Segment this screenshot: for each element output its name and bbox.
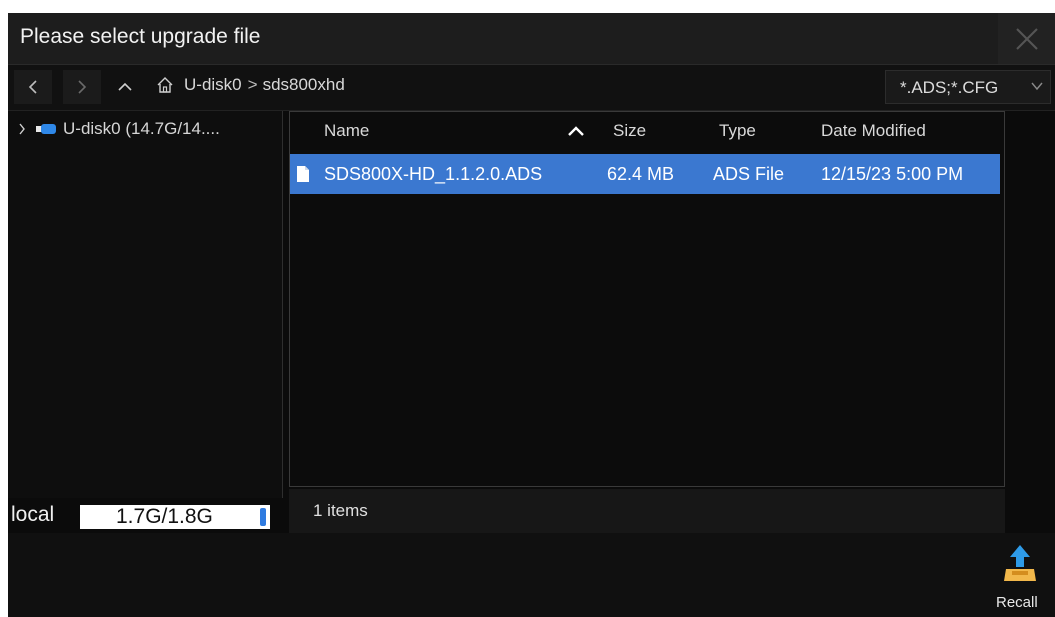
folder-tree: U-disk0 (14.7G/14.... bbox=[8, 111, 283, 498]
tree-item-label: U-disk0 (14.7G/14.... bbox=[63, 119, 220, 138]
right-gutter bbox=[1005, 111, 1055, 498]
storage-value: 1.7G/1.8G bbox=[116, 505, 213, 528]
home-icon[interactable] bbox=[156, 76, 174, 94]
forward-button[interactable] bbox=[63, 70, 101, 104]
back-button[interactable] bbox=[14, 70, 52, 104]
recall-label: Recall bbox=[996, 594, 1038, 611]
navigation-bar: U-disk0 > sds800xhd *.ADS;*.CFG bbox=[8, 65, 1055, 111]
title-bar: Please select upgrade file bbox=[8, 13, 1055, 65]
close-icon bbox=[1015, 27, 1038, 50]
usb-drive-icon bbox=[36, 124, 56, 134]
storage-bar bbox=[260, 508, 266, 526]
chevron-down-icon bbox=[1031, 82, 1043, 91]
recall-button[interactable]: Recall bbox=[990, 543, 1050, 613]
breadcrumb-folder[interactable]: sds800xhd bbox=[263, 75, 345, 95]
recall-icon bbox=[1004, 545, 1036, 581]
local-storage-label: local bbox=[11, 503, 55, 526]
chevron-up-icon bbox=[118, 82, 132, 91]
filter-value: *.ADS;*.CFG bbox=[900, 78, 999, 97]
status-bar: 1 items bbox=[289, 489, 1005, 533]
chevron-left-icon bbox=[28, 80, 37, 94]
file-name: SDS800X-HD_1.1.2.0.ADS bbox=[324, 164, 543, 184]
item-count: 1 items bbox=[313, 501, 368, 520]
file-type: ADS File bbox=[713, 164, 785, 184]
breadcrumb-separator: > bbox=[247, 75, 258, 94]
table-row[interactable]: SDS800X-HD_1.1.2.0.ADS 62.4 MB ADS File … bbox=[290, 154, 1000, 194]
breadcrumb: U-disk0 > sds800xhd bbox=[156, 75, 345, 95]
upgrade-file-dialog: супе супе Please select upgrade file U bbox=[8, 13, 1055, 617]
sort-ascending-icon[interactable] bbox=[567, 125, 585, 137]
file-type-filter[interactable]: *.ADS;*.CFG bbox=[885, 70, 1051, 104]
breadcrumb-root[interactable]: U-disk0 bbox=[184, 75, 242, 95]
storage-indicator: 1.7G/1.8G bbox=[80, 505, 270, 529]
chevron-right-icon[interactable] bbox=[18, 123, 26, 135]
column-type[interactable]: Type bbox=[719, 121, 756, 141]
column-size[interactable]: Size bbox=[613, 121, 646, 141]
file-size: 62.4 MB bbox=[607, 164, 675, 184]
column-date-modified[interactable]: Date Modified bbox=[821, 121, 926, 141]
column-name[interactable]: Name bbox=[324, 121, 369, 141]
up-button[interactable] bbox=[106, 70, 144, 104]
dialog-title: Please select upgrade file bbox=[20, 25, 261, 48]
tree-item-usb[interactable]: U-disk0 (14.7G/14.... bbox=[18, 119, 220, 139]
file-icon bbox=[297, 166, 309, 182]
chevron-right-icon bbox=[78, 80, 87, 94]
file-list: Name Size Type Date Modified SDS800X-HD_… bbox=[289, 111, 1005, 487]
file-date: 12/15/23 5:00 PM bbox=[821, 164, 964, 184]
action-bar: Recall bbox=[8, 533, 1055, 617]
list-header: Name Size Type Date Modified bbox=[290, 112, 1004, 150]
close-button[interactable] bbox=[998, 13, 1055, 64]
